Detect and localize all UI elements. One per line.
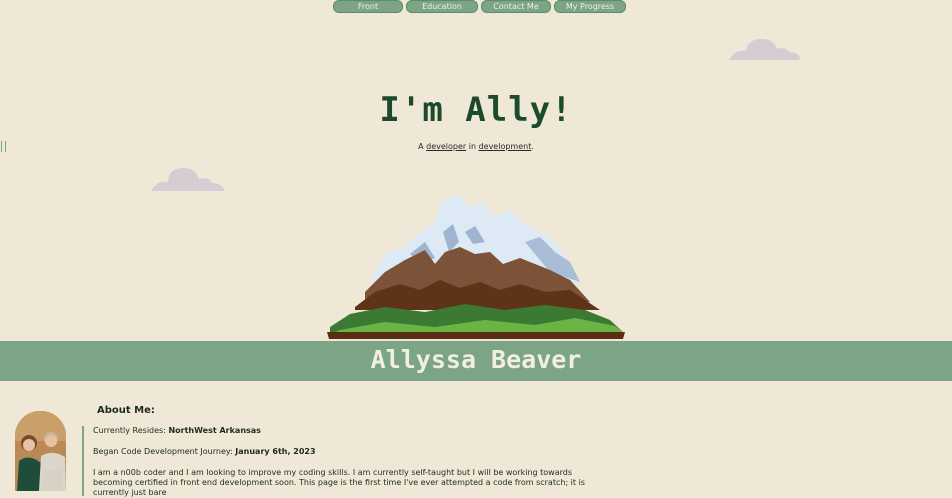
- resides-label: Currently Resides:: [93, 426, 169, 435]
- top-nav: Front Education Contact Me My Progress: [333, 0, 626, 13]
- tagline-word-development: development: [478, 142, 532, 151]
- tagline-prefix: A: [418, 142, 427, 151]
- began-line: Began Code Development Journey: January …: [93, 447, 623, 457]
- tab-my-progress[interactable]: My Progress: [554, 0, 626, 13]
- tab-education[interactable]: Education: [406, 0, 478, 13]
- tagline-mid: in: [466, 142, 479, 151]
- profile-photo: [15, 411, 66, 491]
- cloud-icon: [151, 167, 225, 191]
- name-banner: Allyssa Beaver: [0, 341, 952, 381]
- about-heading: About Me:: [97, 405, 155, 416]
- resides-line: Currently Resides: NorthWest Arkansas: [93, 426, 623, 436]
- cloud-icon: [729, 38, 800, 60]
- banner-name: Allyssa Beaver: [370, 345, 582, 374]
- about-paragraph: I am a n00b coder and I am looking to im…: [93, 468, 585, 497]
- page-title: I'm Ally!: [379, 90, 573, 130]
- began-value: January 6th, 2023: [235, 447, 316, 456]
- mountain-illustration: [327, 194, 625, 339]
- began-label: Began Code Development Journey:: [93, 447, 236, 456]
- tab-contact-me[interactable]: Contact Me: [481, 0, 551, 13]
- tagline-word-developer: developer: [426, 142, 467, 151]
- about-section: Currently Resides: NorthWest Arkansas Be…: [82, 426, 623, 497]
- tagline: A developer in development.: [0, 142, 952, 151]
- tagline-suffix: .: [531, 142, 534, 151]
- resides-value: NorthWest Arkansas: [168, 426, 261, 435]
- tab-front[interactable]: Front: [333, 0, 403, 13]
